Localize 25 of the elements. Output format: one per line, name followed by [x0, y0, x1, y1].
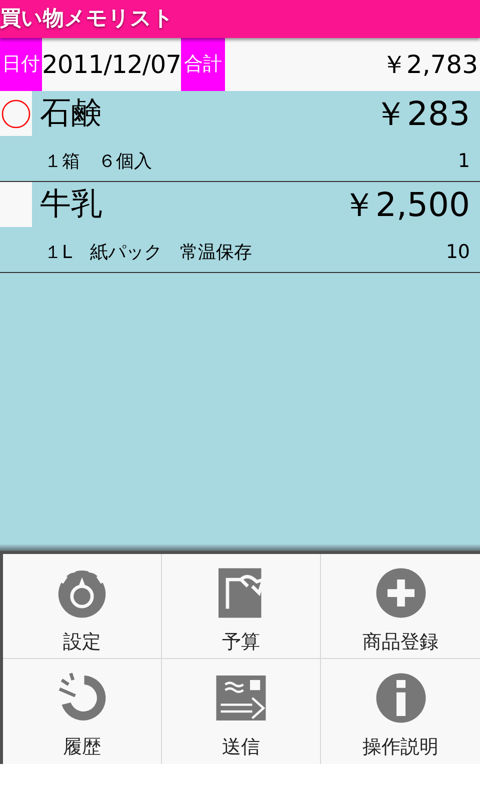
item-price: ￥2,500 [342, 184, 471, 226]
item-name: 石鹸 [40, 94, 102, 133]
app-title: 買い物メモリスト [0, 5, 174, 32]
item-price: ￥283 [374, 93, 471, 135]
check-box[interactable] [0, 91, 32, 136]
menu-item[interactable]: 設定 [3, 554, 162, 659]
list-row[interactable]: 牛乳 ￥2,500 １L 紙パック 常温保存 10 [0, 182, 480, 273]
total-label: 合計 [181, 38, 226, 91]
list-row[interactable]: 石鹸 ￥283 １箱 ６個入 1 [0, 91, 480, 182]
circle-mark-icon [1, 98, 31, 128]
plus-icon [374, 566, 428, 620]
info-icon [374, 671, 428, 725]
item-quantity: 10 [446, 240, 471, 265]
total-value: ￥2,783 [381, 48, 479, 81]
menu-item[interactable]: 送信 [162, 659, 321, 764]
item-detail: １L 紙パック 常温保存 [44, 240, 252, 264]
item-name: 牛乳 [40, 185, 102, 224]
menu-item[interactable]: 予算 [162, 554, 321, 659]
menu-item[interactable]: 操作説明 [321, 659, 480, 764]
date-label: 日付 [0, 38, 42, 91]
date-value[interactable]: 2011/12/07 [42, 38, 182, 91]
item-quantity: 1 [458, 148, 471, 174]
menu-item[interactable]: 商品登録 [321, 554, 480, 659]
check-box[interactable] [0, 182, 32, 227]
item-detail: １箱 ６個入 [44, 150, 152, 174]
